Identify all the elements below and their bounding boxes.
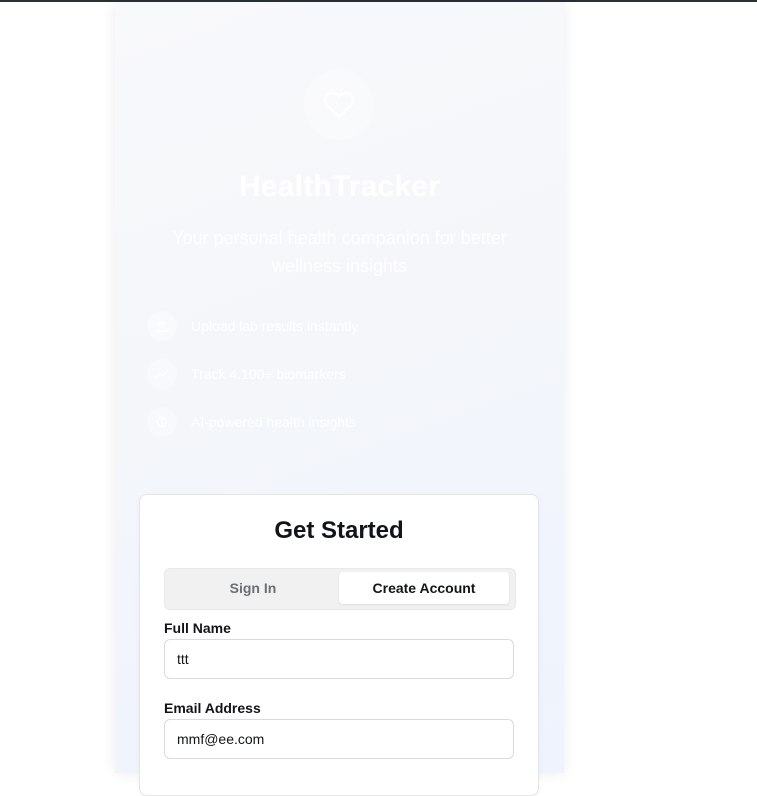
auth-tabs: Sign In Create Account <box>164 568 516 610</box>
heart-icon <box>323 91 355 119</box>
feature-biomarkers: Track 4,100+ biomarkers <box>147 359 346 389</box>
tab-create-account[interactable]: Create Account <box>339 572 509 604</box>
upload-icon <box>156 320 168 332</box>
feature-label: Upload lab results instantly <box>191 318 359 334</box>
email-label: Email Address <box>164 700 261 716</box>
trend-icon <box>155 370 169 378</box>
feature-icon-badge <box>147 407 177 437</box>
feature-upload: Upload lab results instantly <box>147 311 358 341</box>
feature-insights: AI-powered health insights <box>147 407 356 437</box>
email-input[interactable] <box>164 719 514 759</box>
feature-label: AI-powered health insights <box>191 414 356 430</box>
logo-badge <box>304 70 374 140</box>
brain-icon <box>156 416 168 428</box>
auth-card: Get Started Sign In Create Account Full … <box>139 494 539 796</box>
brand-title: HealthTracker <box>238 170 441 203</box>
feature-icon-badge <box>147 359 177 389</box>
feature-icon-badge <box>147 311 177 341</box>
brand-tagline: Your personal health companion for bette… <box>172 228 507 276</box>
full-name-input[interactable] <box>164 639 514 679</box>
full-name-label: Full Name <box>164 620 231 636</box>
tab-sign-in[interactable]: Sign In <box>168 572 338 604</box>
auth-title: Get Started <box>274 517 404 544</box>
feature-label: Track 4,100+ biomarkers <box>191 366 346 382</box>
